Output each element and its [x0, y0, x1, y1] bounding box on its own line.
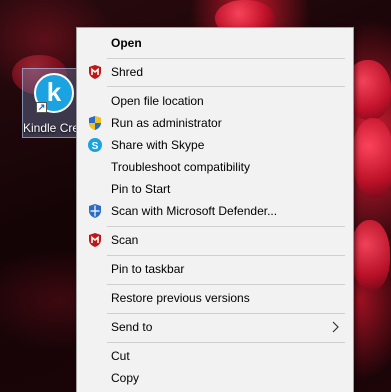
menu-item-pin-to-start[interactable]: Pin to Start: [79, 178, 351, 200]
menu-item-open-file-location[interactable]: Open file location: [79, 90, 351, 112]
menu-item-label: Shred: [111, 65, 144, 79]
menu-item-shred[interactable]: Shred: [79, 61, 351, 83]
defender-shield-icon: [89, 204, 101, 218]
app-icon-letter: k: [46, 77, 62, 107]
menu-separator: [107, 86, 345, 87]
menu-item-copy[interactable]: Copy: [79, 367, 351, 389]
menu-item-share-with-skype[interactable]: S Share with Skype: [79, 134, 351, 156]
chevron-right-icon: [332, 321, 339, 333]
menu-item-label: Run as administrator: [111, 116, 222, 130]
menu-item-open[interactable]: Open: [79, 32, 351, 54]
menu-item-troubleshoot-compatibility[interactable]: Troubleshoot compatibility: [79, 156, 351, 178]
menu-item-label: Troubleshoot compatibility: [111, 160, 250, 174]
context-menu: Open Shred Open file location Run as adm…: [76, 27, 354, 392]
menu-item-label: Copy: [111, 371, 140, 385]
flower-petal: [352, 118, 391, 198]
skype-icon: S: [88, 138, 102, 152]
menu-item-restore-previous-versions[interactable]: Restore previous versions: [79, 287, 351, 309]
flower-petal: [350, 220, 390, 290]
menu-item-scan-with-defender[interactable]: Scan with Microsoft Defender...: [79, 200, 351, 222]
desktop-shortcut-kindle-create[interactable]: k ↗ Kindle Create: [22, 68, 96, 138]
menu-item-label: Pin to Start: [111, 182, 171, 196]
menu-item-label: Pin to taskbar: [111, 262, 185, 276]
menu-separator: [107, 284, 345, 285]
menu-item-label: Scan: [111, 233, 139, 247]
menu-item-run-as-administrator[interactable]: Run as administrator: [79, 112, 351, 134]
menu-item-scan[interactable]: Scan: [79, 229, 351, 251]
menu-item-label: Cut: [111, 349, 130, 363]
menu-separator: [107, 58, 345, 59]
mcafee-shield-icon: [89, 233, 101, 247]
menu-item-label: Send to: [111, 320, 153, 334]
menu-item-label: Open file location: [111, 94, 204, 108]
mcafee-shield-icon: [89, 65, 101, 79]
menu-item-label: Scan with Microsoft Defender...: [111, 204, 278, 218]
menu-separator: [107, 313, 345, 314]
menu-item-cut[interactable]: Cut: [79, 345, 351, 367]
shortcut-arrow-icon: ↗: [36, 102, 47, 113]
uac-shield-icon: [89, 116, 101, 130]
menu-item-label: Open: [111, 36, 142, 50]
menu-item-label: Share with Skype: [111, 138, 205, 152]
menu-item-pin-to-taskbar[interactable]: Pin to taskbar: [79, 258, 351, 280]
menu-separator: [107, 342, 345, 343]
menu-item-label: Restore previous versions: [111, 291, 250, 305]
menu-separator: [107, 226, 345, 227]
svg-text:S: S: [92, 141, 99, 152]
menu-separator: [107, 255, 345, 256]
menu-item-send-to[interactable]: Send to: [79, 316, 351, 338]
